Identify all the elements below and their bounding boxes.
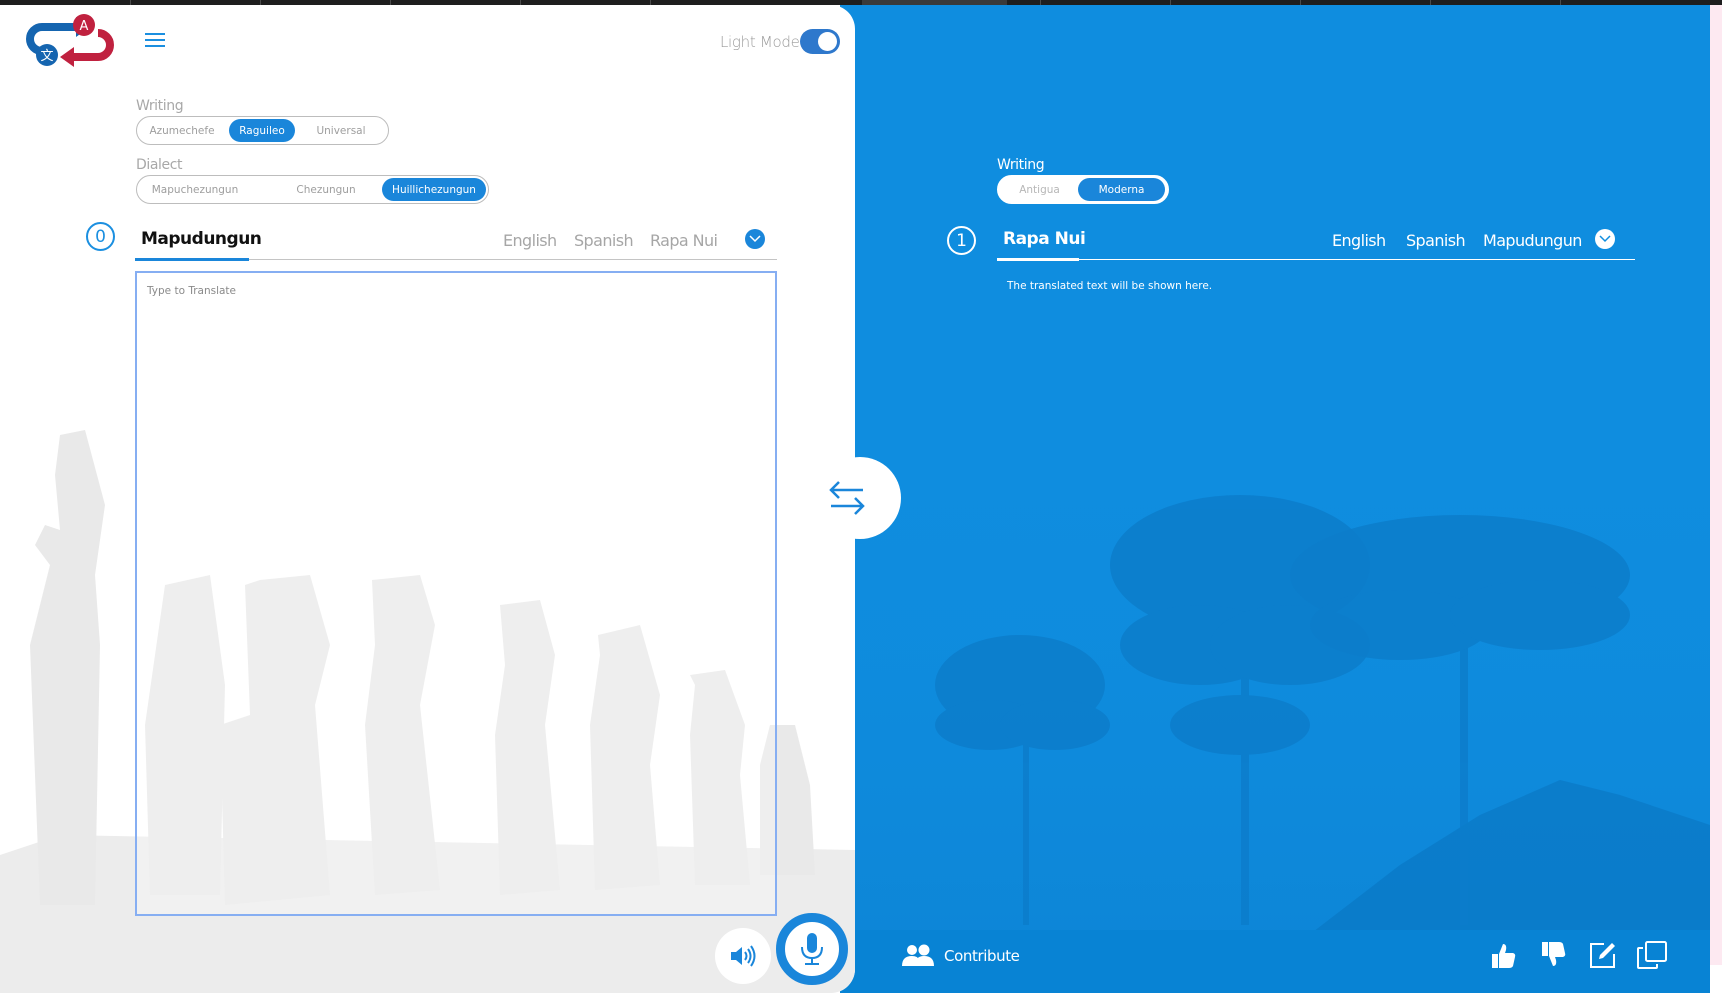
svg-text:文: 文 — [40, 49, 53, 64]
dialect-option-mapuchezungun[interactable]: Mapuchezungun — [139, 178, 251, 201]
tab-divider — [997, 259, 1635, 260]
target-writing-selector: Antigua Moderna — [997, 175, 1169, 204]
writing-option-antigua[interactable]: Antigua — [1001, 178, 1078, 201]
tab-english[interactable]: English — [1332, 231, 1386, 250]
writing-option-moderna[interactable]: Moderna — [1078, 178, 1165, 201]
tab-spanish[interactable]: Spanish — [574, 231, 634, 250]
source-dialect-selector: Mapuchezungun Chezungun Huillichezungun — [136, 175, 489, 204]
speak-button[interactable] — [715, 928, 771, 984]
bar-separator — [130, 0, 131, 5]
light-mode-toggle[interactable] — [800, 29, 840, 54]
contribute-label: Contribute — [944, 947, 1020, 965]
tab-english[interactable]: English — [503, 231, 557, 250]
chevron-down-icon[interactable] — [1595, 229, 1615, 249]
bar-separator — [1560, 0, 1561, 5]
microphone-icon — [801, 933, 823, 965]
tab-spanish[interactable]: Spanish — [1406, 231, 1466, 250]
toggle-knob — [818, 32, 837, 51]
writing-option-raguileo[interactable]: Raguileo — [229, 119, 295, 142]
bar-active-segment — [862, 0, 1007, 5]
bar-separator — [260, 0, 261, 5]
hamburger-line — [145, 33, 165, 35]
writing-option-universal[interactable]: Universal — [297, 119, 385, 142]
target-writing-label: Writing — [997, 157, 1045, 173]
source-dialect-label: Dialect — [136, 157, 183, 173]
tab-rapa-nui[interactable]: Rapa Nui — [1003, 229, 1086, 249]
svg-text:A: A — [80, 19, 89, 34]
active-tab-indicator — [997, 258, 1079, 261]
edit-icon — [1590, 943, 1615, 968]
thumbs-up-icon — [1492, 944, 1516, 968]
copy-button[interactable] — [1636, 940, 1667, 970]
contribute-button[interactable]: Contribute — [902, 944, 1020, 968]
target-language-tabs: Rapa Nui English Spanish Mapudungun — [997, 227, 1635, 261]
users-icon — [902, 944, 934, 966]
writing-option-azumechefe[interactable]: Azumechefe — [139, 119, 225, 142]
bar-separator — [1040, 0, 1041, 5]
copy-icon — [1637, 941, 1667, 969]
source-text-input[interactable] — [135, 271, 777, 916]
active-tab-indicator — [135, 258, 249, 261]
dialect-option-chezungun[interactable]: Chezungun — [271, 178, 381, 201]
microphone-button[interactable] — [776, 913, 848, 985]
speaker-icon — [731, 945, 756, 967]
swap-arrows-icon — [829, 481, 865, 515]
source-panel: 文 A Light Mode Writing Azumechefe Raguil… — [0, 5, 855, 993]
target-index-badge: 1 — [947, 226, 976, 255]
source-writing-selector: Azumechefe Raguileo Universal — [136, 116, 389, 145]
swap-languages-button[interactable] — [819, 457, 901, 539]
source-index-badge: 0 — [86, 222, 115, 251]
tab-rapa-nui[interactable]: Rapa Nui — [650, 231, 718, 250]
thumbs-down-button[interactable] — [1538, 940, 1568, 970]
tab-mapudungun[interactable]: Mapudungun — [1483, 231, 1582, 250]
thumbs-down-icon — [1542, 942, 1566, 966]
dialect-option-huillichezungun[interactable]: Huillichezungun — [382, 178, 486, 201]
hamburger-menu-button[interactable] — [143, 30, 167, 50]
bar-separator — [1170, 0, 1171, 5]
hamburger-line — [145, 39, 165, 41]
source-writing-label: Writing — [136, 98, 184, 114]
light-mode-label: Light Mode — [720, 33, 800, 51]
bar-separator — [1300, 0, 1301, 5]
hamburger-line — [145, 45, 165, 47]
app-logo[interactable]: 文 A — [18, 13, 122, 67]
bar-separator — [390, 0, 391, 5]
page-edge-strip — [1710, 5, 1722, 965]
edit-button[interactable] — [1588, 940, 1618, 970]
bar-separator — [650, 0, 651, 5]
thumbs-up-button[interactable] — [1488, 940, 1518, 970]
tab-mapudungun[interactable]: Mapudungun — [141, 229, 262, 249]
chevron-down-icon[interactable] — [745, 229, 765, 249]
target-panel: Writing Antigua Moderna 1 Rapa Nui Engli… — [840, 5, 1710, 993]
source-language-tabs: Mapudungun English Spanish Rapa Nui — [135, 227, 777, 261]
browser-top-bar — [0, 0, 1722, 5]
translation-output: The translated text will be shown here. — [1007, 280, 1213, 292]
bar-separator — [520, 0, 521, 5]
bar-separator — [1430, 0, 1431, 5]
